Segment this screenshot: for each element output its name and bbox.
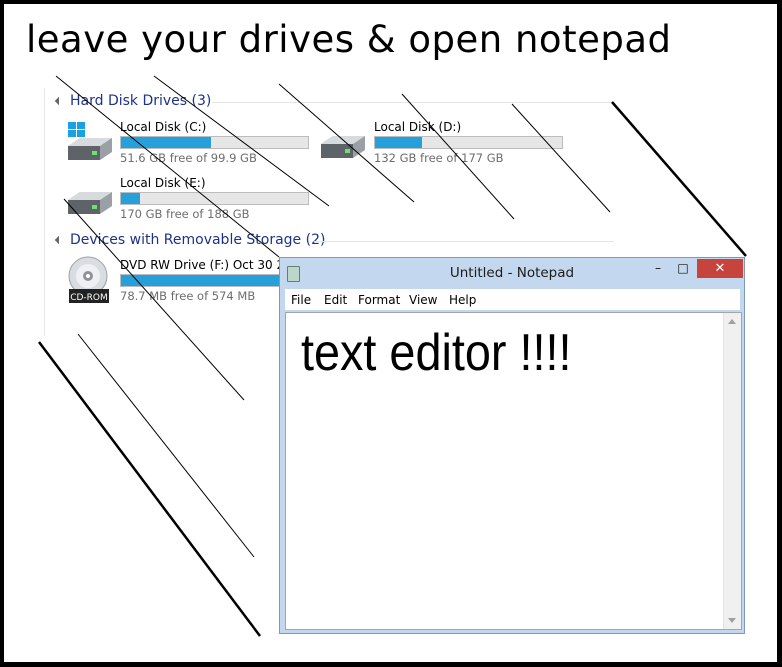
scribble-line [77,333,255,558]
notepad-window[interactable]: Untitled - Notepad – □ ✕ File Edit Forma… [279,257,745,634]
menu-view[interactable]: View [409,293,437,307]
notepad-titlebar[interactable]: Untitled - Notepad – □ ✕ [280,258,744,288]
scribble-line [63,198,245,401]
editor-content: text editor !!!! [301,324,572,382]
scribble-line [511,103,611,213]
menu-bar: File Edit Format View Help [285,289,740,310]
scribble-line [38,341,261,637]
scribble-line [55,75,280,258]
vertical-scrollbar[interactable] [723,313,741,629]
scroll-down-icon[interactable] [728,618,736,623]
scroll-up-icon[interactable] [728,319,736,324]
menu-format[interactable]: Format [358,293,400,307]
text-editor-area[interactable]: text editor !!!! [285,312,742,630]
close-button[interactable]: ✕ [697,259,743,278]
maximize-button[interactable]: □ [672,259,694,278]
menu-help[interactable]: Help [449,293,476,307]
screenshot-frame: leave your drives & open notepad Hard Di… [4,4,777,662]
menu-file[interactable]: File [291,293,311,307]
menu-edit[interactable]: Edit [324,293,347,307]
minimize-button[interactable]: – [647,259,669,278]
scribble-line [611,101,747,257]
scribble-line [401,93,515,220]
scribble-line [153,75,330,207]
